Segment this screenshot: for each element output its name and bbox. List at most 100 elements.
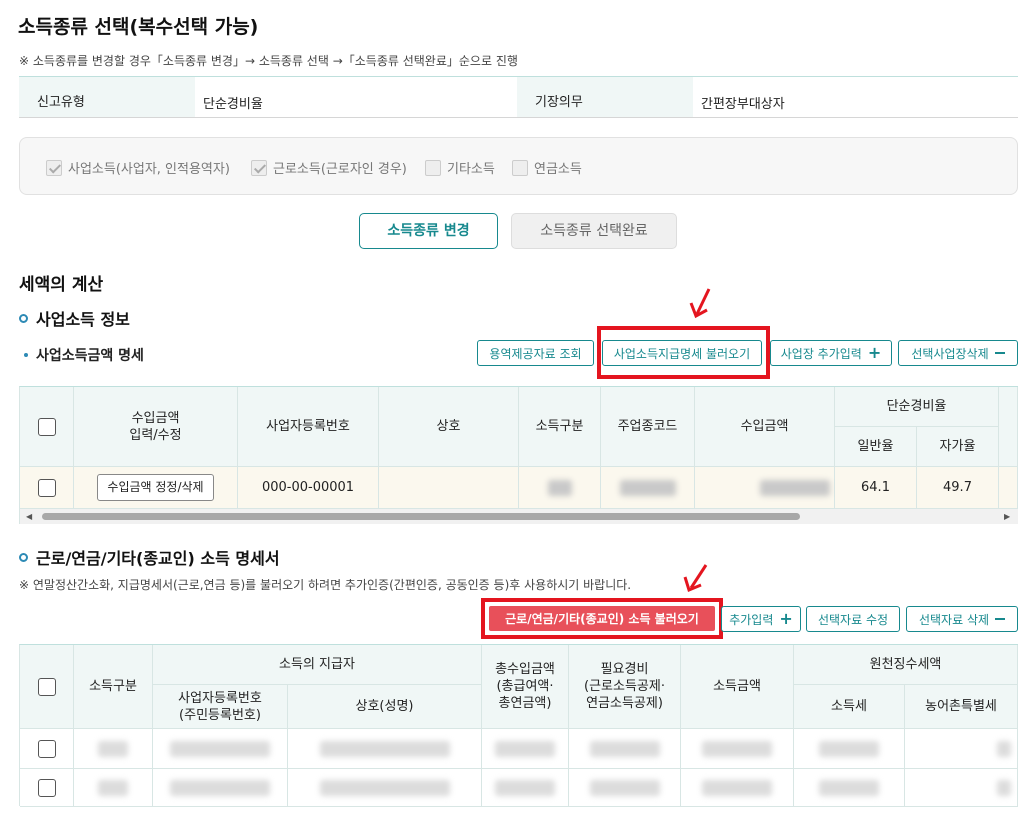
- bullet-ring-icon: [19, 552, 28, 562]
- redacted-value: [495, 740, 555, 757]
- row-revenue: [695, 467, 835, 509]
- edit-selected-button[interactable]: 선택자료 수정: [806, 606, 900, 632]
- row-reg-no: 000-00-00001: [238, 467, 379, 509]
- report-type-value: 단순경비율: [203, 97, 263, 112]
- header-withholding: 원천징수세액: [794, 645, 1018, 685]
- row-rural-tax: [905, 729, 1018, 769]
- row-income-amount: [681, 769, 794, 807]
- redacted-value: [619, 479, 676, 496]
- row-overflow: [999, 467, 1018, 509]
- header-rural-tax: 농어촌특별세: [905, 685, 1018, 729]
- change-notice: ※ 소득종류를 변경할 경우「소득종류 변경」→ 소득종류 선택 →「소득종류 …: [19, 54, 518, 68]
- plus-icon: +: [779, 609, 793, 628]
- checkbox-checked-icon[interactable]: [251, 159, 267, 176]
- bookkeeping-value: 간편장부대상자: [701, 97, 785, 112]
- edit-income-button[interactable]: 수입금액 정정/삭제: [97, 474, 214, 501]
- redacted-value: [589, 779, 660, 796]
- add-other-income-button[interactable]: 추가입력 +: [721, 606, 801, 632]
- row-income-tax: [794, 729, 905, 769]
- scroll-left-icon[interactable]: ◀: [26, 512, 32, 521]
- delete-business-button[interactable]: 선택사업장삭제: [898, 340, 1018, 366]
- delete-selected-button[interactable]: 선택자료 삭제: [906, 606, 1018, 632]
- income-type-other[interactable]: 기타소득: [425, 158, 495, 177]
- business-income-subheading: 사업소득금액 명세: [24, 345, 144, 365]
- redacted-value: [319, 779, 450, 796]
- scrollbar-thumb[interactable]: [42, 513, 800, 520]
- header-reg-no: 사업자등록번호 (주민등록번호): [153, 685, 288, 729]
- row-name: [288, 769, 482, 807]
- redacted-value: [170, 740, 270, 757]
- row-reg-no: [153, 769, 288, 807]
- header-income-amount: 소득금액: [681, 645, 794, 729]
- redacted-value: [170, 779, 270, 796]
- report-type-label: 신고유형: [19, 77, 195, 117]
- header-income-class: 소득구분: [74, 645, 153, 729]
- row-total-income: [482, 769, 569, 807]
- redacted-value: [760, 479, 830, 496]
- row-industry-code: [601, 467, 695, 509]
- plus-icon: +: [867, 343, 882, 362]
- business-income-table: 수입금액 입력/수정 사업자등록번호 상호 소득구분 주업종코드 수입금액 단순…: [19, 386, 1018, 524]
- bullet-ring-icon: [19, 313, 28, 323]
- income-type-pension[interactable]: 연금소득: [512, 158, 582, 177]
- row-income-class: [74, 769, 153, 807]
- header-total-income: 총수입금액 (총급여액· 총연금액): [482, 645, 569, 729]
- complete-income-type-button[interactable]: 소득종류 선택완료: [511, 213, 677, 249]
- change-income-type-button[interactable]: 소득종류 변경: [359, 213, 498, 249]
- row-select-cell: [20, 729, 74, 769]
- redacted-value: [997, 779, 1011, 796]
- row-expenses: [569, 729, 681, 769]
- bookkeeping-label: 기장의무: [517, 77, 693, 117]
- tax-calc-title: 세액의 계산: [19, 275, 104, 295]
- horizontal-scrollbar[interactable]: ◀ ▶: [20, 509, 1018, 524]
- row-name: [379, 467, 519, 509]
- page-title: 소득종류 선택(복수선택 가능): [18, 16, 259, 38]
- row-income-tax: [794, 769, 905, 807]
- header-own-rate: 자가율: [917, 427, 999, 467]
- select-all-cell: [20, 387, 74, 467]
- load-other-income-button[interactable]: 근로/연금/기타(종교인) 소득 불러오기: [489, 606, 715, 631]
- header-name: 상호(성명): [288, 685, 482, 729]
- add-business-button[interactable]: 사업장 추가입력 +: [770, 340, 892, 366]
- other-income-heading: 근로/연금/기타(종교인) 소득 명세서: [19, 545, 280, 569]
- select-all-cell: [20, 645, 74, 729]
- select-all-checkbox[interactable]: [37, 677, 56, 696]
- redacted-value: [702, 740, 772, 757]
- redacted-value: [819, 740, 879, 757]
- report-info-table: 신고유형 단순경비율 기장의무 간편장부대상자: [19, 76, 1018, 118]
- row-checkbox[interactable]: [37, 778, 56, 797]
- scroll-right-icon[interactable]: ▶: [1004, 512, 1010, 521]
- redacted-value: [547, 479, 572, 496]
- checkbox-checked-icon[interactable]: [46, 159, 62, 176]
- bullet-dot-icon: [24, 353, 28, 357]
- header-payer: 소득의 지급자: [153, 645, 482, 685]
- row-income-class: [74, 729, 153, 769]
- income-type-selector: 사업소득(사업자, 인적용역자) 근로소득(근로자인 경우) 기타소득 연금소득: [19, 137, 1018, 195]
- checkbox-icon[interactable]: [425, 159, 441, 176]
- row-income-class: [519, 467, 601, 509]
- row-checkbox[interactable]: [37, 739, 56, 758]
- select-all-checkbox[interactable]: [37, 417, 56, 436]
- other-income-table: 소득구분 소득의 지급자 사업자등록번호 (주민등록번호) 상호(성명) 총수입…: [19, 644, 1018, 807]
- header-overflow: [999, 387, 1018, 467]
- business-info-heading: 사업소득 정보: [19, 306, 130, 330]
- row-expenses: [569, 769, 681, 807]
- header-income-edit: 수입금액 입력/수정: [74, 387, 238, 467]
- service-data-button[interactable]: 용역제공자료 조회: [477, 340, 594, 366]
- header-name: 상호: [379, 387, 519, 467]
- income-type-business[interactable]: 사업소득(사업자, 인적용역자): [46, 158, 230, 177]
- row-select-cell: [20, 769, 74, 807]
- redacted-value: [319, 740, 450, 757]
- row-edit-cell: 수입금액 정정/삭제: [74, 467, 238, 509]
- income-type-wage[interactable]: 근로소득(근로자인 경우): [251, 158, 407, 177]
- redacted-value: [589, 740, 660, 757]
- row-name: [288, 729, 482, 769]
- header-expenses: 필요경비 (근로소득공제· 연금소득공제): [569, 645, 681, 729]
- header-income-tax: 소득세: [794, 685, 905, 729]
- row-checkbox[interactable]: [37, 478, 56, 497]
- row-income-amount: [681, 729, 794, 769]
- other-income-notice: ※ 연말정산간소화, 지급명세서(근로,연금 등)를 불러오기 하려면 추가인증…: [19, 578, 632, 592]
- row-select-cell: [20, 467, 74, 509]
- checkbox-icon[interactable]: [512, 159, 528, 176]
- load-business-payment-button[interactable]: 사업소득지급명세 불러오기: [602, 340, 762, 366]
